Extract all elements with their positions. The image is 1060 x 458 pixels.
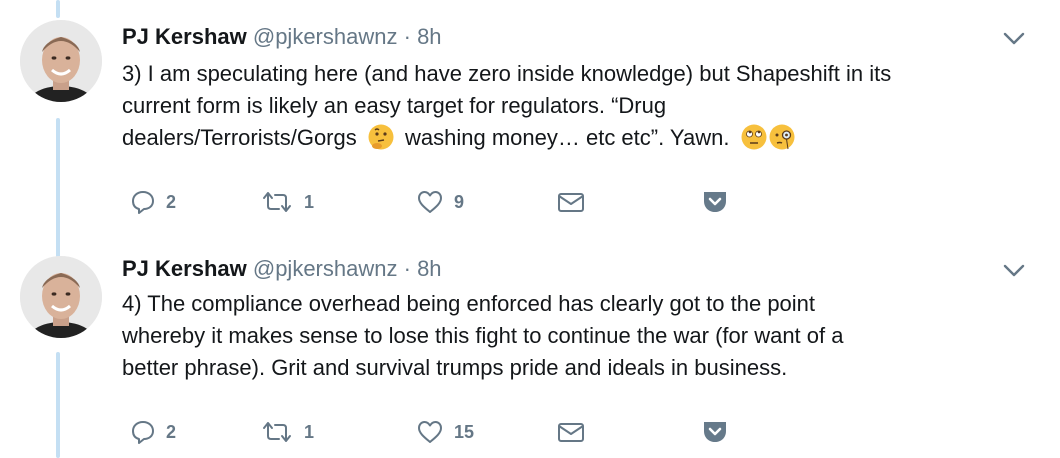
tweet-timestamp[interactable]: 8h [417,256,441,281]
direct-message-button[interactable] [556,415,586,449]
envelope-icon [558,423,584,442]
retweet-icon [263,192,291,212]
header-separator: · [403,256,411,281]
avatar[interactable] [20,256,102,338]
retweet-count: 1 [304,191,315,212]
tweet-text-part-2: washing money… etc etc”. Yawn. [405,125,730,150]
avatar[interactable] [20,20,102,102]
tweet-text: 3) I am speculating here (and have zero … [122,58,1022,154]
tweet-header: PJ Kershaw @pjkershawnz · 8h [122,24,442,50]
chevron-down-icon[interactable] [1003,264,1025,278]
tweet-1[interactable]: PJ Kershaw @pjkershawnz · 8h 3) I am spe… [0,0,1060,240]
like-count: 15 [454,421,475,442]
thinking-face-icon [368,124,394,150]
direct-message-button[interactable] [556,185,586,219]
tweet-2[interactable]: PJ Kershaw @pjkershawnz · 8h 4) The comp… [0,240,1060,458]
reply-button[interactable]: 2 [130,185,176,219]
tweet-timestamp[interactable]: 8h [417,24,441,49]
heart-icon [418,191,442,213]
reply-icon [132,191,154,214]
author-name[interactable]: PJ Kershaw [122,256,247,281]
reply-button[interactable]: 2 [130,415,176,449]
tweet-actions: 2 1 9 [122,185,762,219]
tweet-header: PJ Kershaw @pjkershawnz · 8h [122,256,442,282]
pocket-icon [704,192,726,212]
reply-icon [132,421,154,444]
reply-count: 2 [166,191,177,212]
retweet-button[interactable]: 1 [260,415,314,449]
face-with-monocle-icon [769,124,795,150]
author-handle[interactable]: @pjkershawnz [253,256,398,281]
like-button[interactable]: 9 [416,185,464,219]
retweet-icon [263,422,291,442]
like-count: 9 [454,191,465,212]
author-handle[interactable]: @pjkershawnz [253,24,398,49]
like-button[interactable]: 15 [416,415,474,449]
chevron-down-icon[interactable] [1003,32,1025,46]
retweet-count: 1 [304,421,315,442]
pocket-button[interactable] [702,415,728,449]
tweet-text: 4) The compliance overhead being enforce… [122,291,844,380]
retweet-button[interactable]: 1 [260,185,314,219]
reply-count: 2 [166,421,177,442]
header-separator: · [403,24,411,49]
pocket-button[interactable] [702,185,728,219]
envelope-icon [558,193,584,212]
pocket-icon [704,422,726,442]
tweet-actions: 2 1 15 [122,415,762,449]
face-with-rolling-eyes-icon [741,124,767,150]
author-name[interactable]: PJ Kershaw [122,24,247,49]
heart-icon [418,421,442,443]
